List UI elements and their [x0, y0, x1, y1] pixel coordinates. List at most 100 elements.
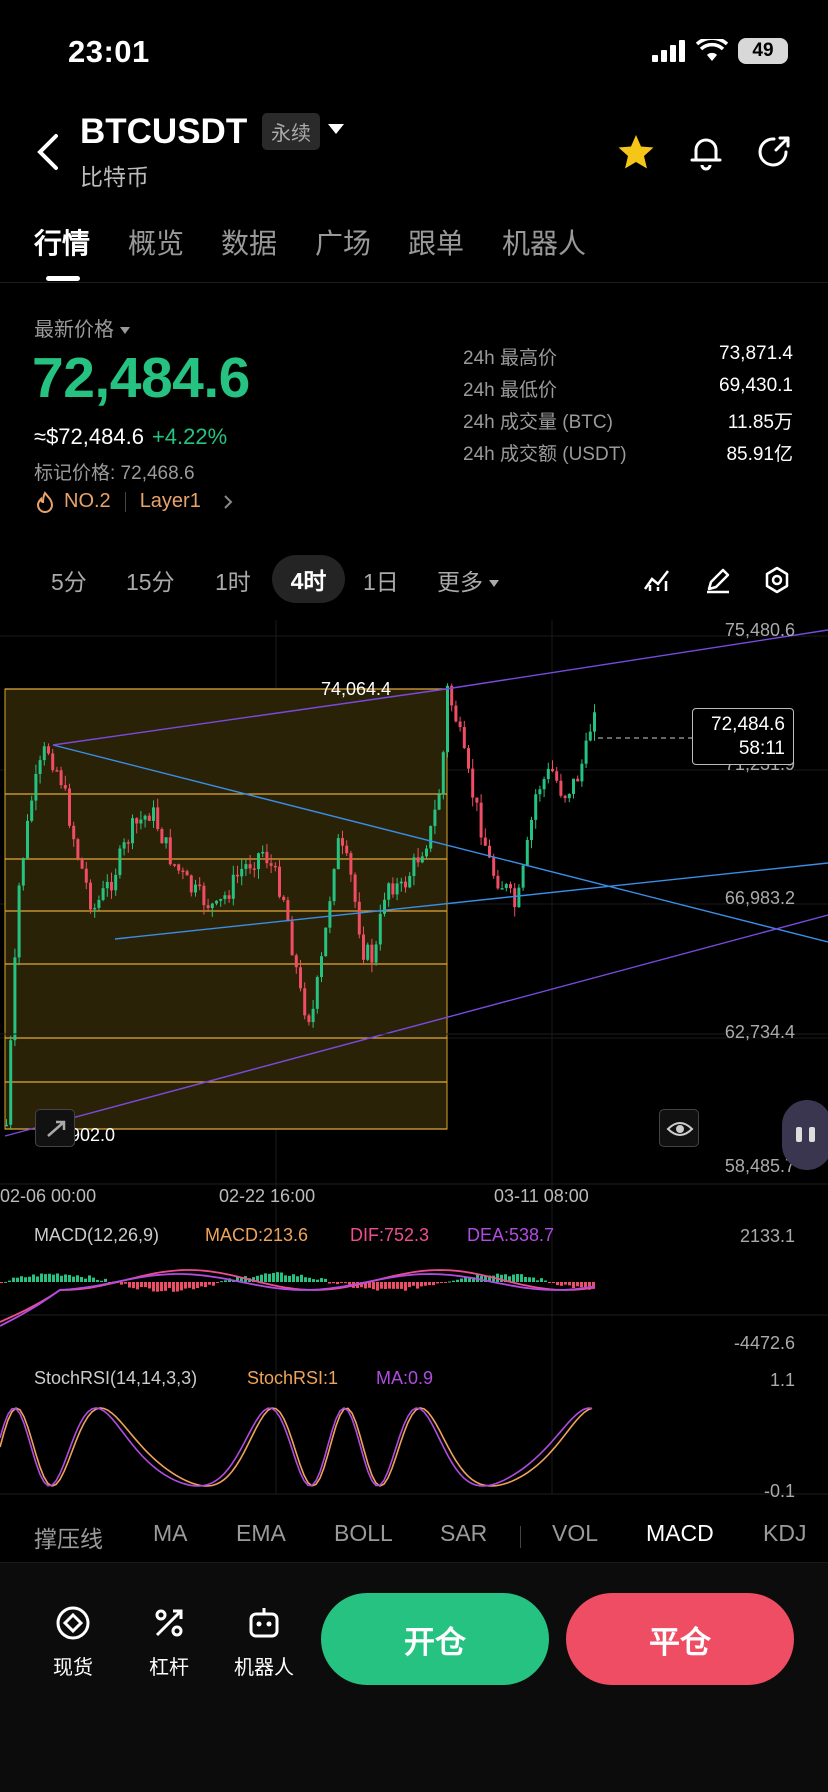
ind-tab-ma[interactable]: MA: [153, 1520, 188, 1547]
leverage-label: 杠杆: [149, 1657, 189, 1679]
macd-histogram-bar: [8, 1280, 11, 1282]
stochrsi-ma-line: [0, 1407, 593, 1487]
flame-icon: [36, 490, 54, 513]
floating-pause-button[interactable]: [782, 1100, 828, 1170]
candle-body: [555, 771, 559, 781]
macd-histogram-bar: [208, 1282, 211, 1285]
candle-body: [399, 881, 403, 884]
macd-histogram-bar: [168, 1282, 171, 1288]
expand-button[interactable]: [35, 1109, 75, 1147]
macd-histogram-bar: [160, 1282, 163, 1292]
macd-histogram-bar: [44, 1274, 47, 1282]
macd-histogram-bar: [292, 1274, 295, 1282]
tab-copy-trade[interactable]: 跟单: [408, 222, 464, 262]
candle-body: [278, 866, 281, 897]
macd-histogram-bar: [84, 1278, 87, 1282]
spot-button[interactable]: 现货: [35, 1603, 111, 1680]
macd-histogram-bar: [68, 1275, 71, 1282]
candle-body: [538, 789, 542, 795]
stat-low: 24h 最低价 69,430.1: [463, 375, 793, 401]
candle-body: [93, 907, 97, 910]
macd-histogram-bar: [576, 1282, 579, 1287]
candle-body: [412, 857, 416, 877]
macd-histogram-bar: [536, 1280, 539, 1282]
ind-tab-macd[interactable]: MACD: [646, 1520, 714, 1547]
ind-tab-sar[interactable]: SAR: [440, 1520, 487, 1547]
macd-histogram-bar: [344, 1282, 347, 1284]
macd-histogram-bar: [584, 1282, 587, 1288]
latest-price-label: 最新价格: [34, 319, 114, 341]
coin-tags[interactable]: NO.2 Layer1: [34, 490, 237, 513]
interval-5m[interactable]: 5分: [51, 563, 87, 597]
macd-histogram-bar: [32, 1274, 35, 1282]
macd-histogram-bar: [36, 1276, 39, 1282]
ind-tab-kdj[interactable]: KDJ: [763, 1520, 806, 1547]
kline-chart[interactable]: 75,480.6 71,231.9 66,983.2 62,734.4 58,4…: [0, 620, 828, 1501]
candle-body: [80, 858, 84, 869]
draw-pen-icon[interactable]: [703, 565, 733, 595]
candle-body: [194, 884, 197, 893]
macd-histogram-bar: [260, 1274, 263, 1282]
indicator-icon[interactable]: [642, 565, 672, 595]
close-position-button[interactable]: 平仓: [566, 1593, 794, 1685]
candle-body: [236, 874, 239, 877]
chart-settings-icon[interactable]: [762, 565, 792, 595]
ind-tab-boll[interactable]: BOLL: [334, 1520, 393, 1547]
candle-body: [59, 770, 63, 786]
interval-1h[interactable]: 1时: [215, 563, 251, 597]
interval-1d[interactable]: 1日: [363, 563, 399, 597]
pair-subtitle: 比特币: [80, 164, 149, 190]
latest-price-selector[interactable]: 最新价格: [34, 313, 130, 342]
macd-histogram-bar: [412, 1282, 415, 1286]
macd-histogram-bar: [212, 1282, 215, 1286]
wifi-icon: [696, 39, 728, 61]
candle-body: [294, 955, 298, 968]
macd-histogram-bar: [272, 1272, 275, 1282]
candle-body: [160, 829, 164, 844]
y-axis-label: 75,480.6: [724, 620, 795, 640]
candle-body: [362, 934, 365, 960]
tab-market[interactable]: 行情: [34, 222, 90, 262]
usd-price: ≈$72,484.6: [34, 424, 144, 449]
favorite-star-icon[interactable]: [616, 132, 656, 172]
candle-body: [231, 874, 235, 899]
pair-title[interactable]: BTCUSDT: [80, 112, 247, 152]
stoch-y-bottom: -0.1: [763, 1481, 795, 1501]
candle-body: [336, 838, 340, 870]
macd-histogram-bar: [60, 1275, 63, 1282]
macd-dif: DIF:752.3: [350, 1225, 430, 1245]
pair-dropdown-icon[interactable]: [328, 124, 344, 134]
macd-histogram-bar: [132, 1282, 135, 1289]
macd-histogram-bar: [400, 1282, 403, 1289]
leverage-button[interactable]: 杠杆: [131, 1603, 207, 1680]
interval-more[interactable]: 更多: [437, 563, 500, 597]
candle-body: [462, 727, 466, 749]
chevron-right-icon: [224, 494, 233, 509]
macd-histogram-bar: [520, 1274, 523, 1282]
open-position-button[interactable]: 开仓: [321, 1593, 549, 1685]
tab-data[interactable]: 数据: [221, 222, 277, 262]
candle-body: [76, 839, 80, 859]
bot-button[interactable]: 机器人: [226, 1603, 302, 1680]
ind-tab-vol[interactable]: VOL: [552, 1520, 598, 1547]
macd-histogram-bar: [64, 1274, 67, 1282]
candle-body: [51, 753, 55, 771]
candle-body: [34, 773, 38, 801]
tab-square[interactable]: 广场: [315, 222, 371, 262]
tab-overview[interactable]: 概览: [128, 222, 184, 262]
interval-4h[interactable]: 4时: [272, 555, 345, 603]
tab-bots[interactable]: 机器人: [502, 222, 586, 262]
ind-tab-ema[interactable]: EMA: [236, 1520, 286, 1547]
interval-15m[interactable]: 15分: [126, 563, 175, 597]
ind-tab-support-resistance[interactable]: 撑压线: [34, 1520, 103, 1554]
high-marker: 74,064.4: [321, 679, 392, 699]
candle-body: [391, 883, 395, 895]
candle-body: [311, 1008, 315, 1023]
back-icon[interactable]: [30, 130, 66, 174]
candle-body: [223, 895, 227, 899]
macd-histogram-bar: [96, 1279, 99, 1282]
visibility-button[interactable]: [659, 1109, 699, 1147]
share-icon[interactable]: [754, 132, 794, 172]
macd-histogram-bar: [304, 1277, 307, 1282]
bell-icon[interactable]: [686, 132, 726, 172]
